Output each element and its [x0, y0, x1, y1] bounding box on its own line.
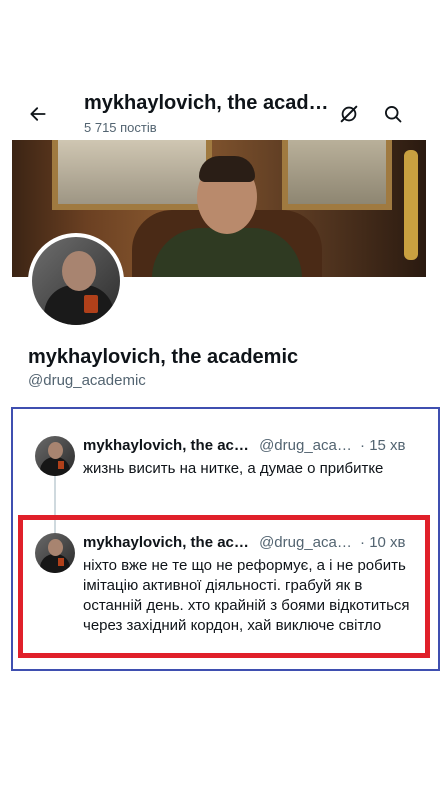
avatar-body [40, 457, 70, 476]
tweet-author-name[interactable]: mykhaylovich, the ac… [83, 437, 249, 454]
grok-icon [340, 105, 358, 123]
banner-lamp [404, 150, 418, 260]
search-button[interactable] [381, 102, 405, 126]
tweet-text: жизнь висить на нитке, а думае о прибитк… [83, 460, 384, 477]
banner-frame [282, 140, 392, 210]
arrow-left-icon [30, 107, 46, 121]
tweet-avatar[interactable] [35, 436, 75, 476]
profile-header: mykhaylovich, the acad… 5 715 постів myk… [12, 84, 438, 404]
profile-handle: @drug_academic [28, 372, 146, 389]
grok-button[interactable] [337, 102, 361, 126]
back-button[interactable] [26, 102, 50, 126]
avatar-cup [58, 461, 64, 469]
tweet-author-handle[interactable]: @drug_aca… [259, 437, 352, 454]
page-title: mykhaylovich, the acad… [84, 92, 329, 114]
top-bar: mykhaylovich, the acad… 5 715 постів [12, 84, 438, 140]
avatar-face [48, 442, 63, 459]
post-count: 5 715 постів [84, 120, 157, 135]
avatar-body [44, 285, 114, 325]
highlight-outline [18, 515, 430, 658]
avatar-face [62, 251, 96, 291]
banner-person-hair [199, 156, 255, 182]
profile-name: mykhaylovich, the academic [28, 346, 299, 368]
tweet-time[interactable]: · 15 хв [360, 437, 405, 454]
profile-avatar[interactable] [28, 233, 124, 329]
banner-frame [52, 140, 212, 210]
search-icon [385, 106, 402, 123]
banner-person [152, 228, 302, 277]
tweet-header: mykhaylovich, the ac… @drug_aca… · 15 хв [83, 437, 406, 454]
avatar-cup [84, 295, 98, 313]
